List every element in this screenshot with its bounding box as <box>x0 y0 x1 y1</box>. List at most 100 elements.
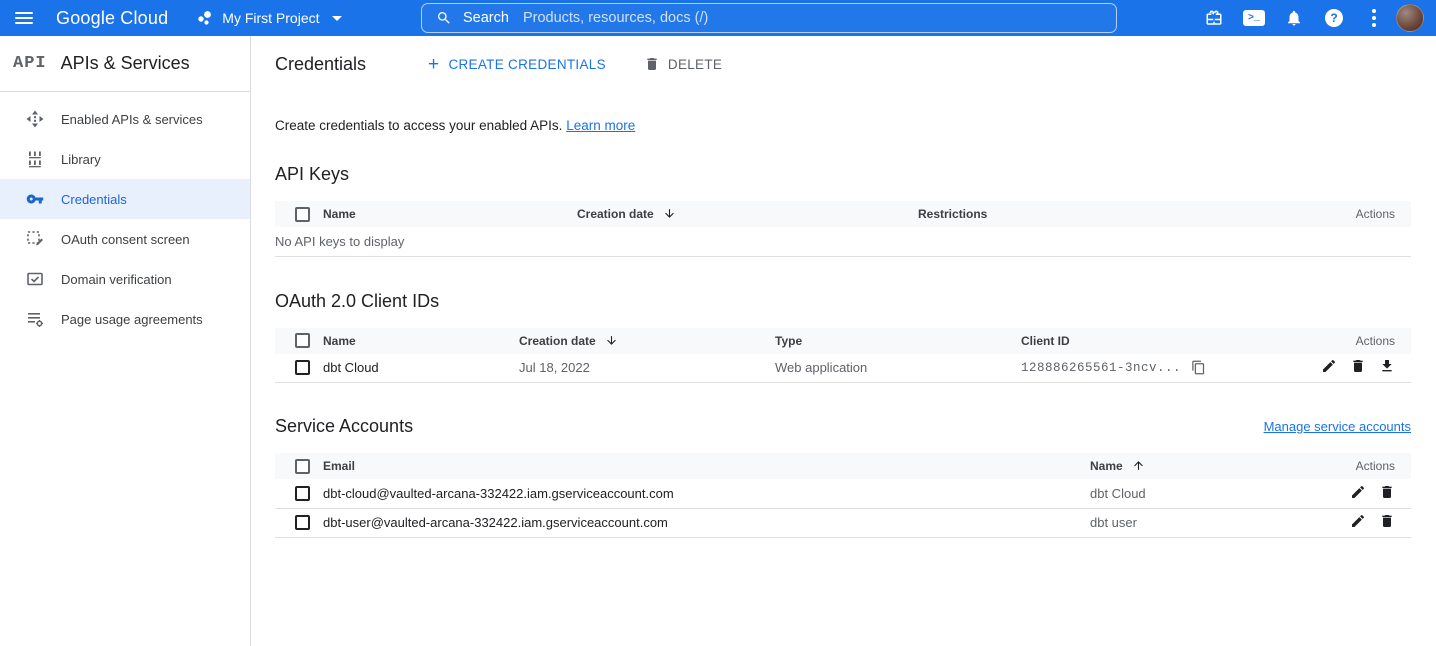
service-account-row: dbt-cloud@vaulted-arcana-332422.iam.gser… <box>275 479 1411 508</box>
col-actions: Actions <box>1356 207 1395 221</box>
sort-desc-icon <box>605 334 618 347</box>
service-account-row: dbt-user@vaulted-arcana-332422.iam.gserv… <box>275 508 1411 537</box>
delete-icon[interactable] <box>1379 513 1395 529</box>
sidebar-item-label: Library <box>61 152 101 167</box>
avatar[interactable] <box>1396 4 1424 32</box>
chevron-down-icon <box>332 16 342 21</box>
client-id-value: 128886265561-3ncv... <box>1021 361 1181 375</box>
more-vert-icon[interactable] <box>1354 0 1394 36</box>
project-name: My First Project <box>222 10 319 26</box>
row-checkbox[interactable] <box>295 360 310 375</box>
row-checkbox[interactable] <box>295 486 310 501</box>
top-navigation-bar: Google Cloud My First Project Search Pro… <box>0 0 1436 36</box>
edit-icon[interactable] <box>1321 358 1337 374</box>
col-name[interactable]: Name <box>323 207 356 221</box>
notifications-icon[interactable] <box>1274 0 1314 36</box>
agreements-icon <box>26 310 44 328</box>
col-type[interactable]: Type <box>775 334 802 348</box>
service-accounts-heading: Service Accounts <box>275 416 413 437</box>
col-actions: Actions <box>1356 459 1395 473</box>
select-all-checkbox[interactable] <box>295 333 310 348</box>
edit-icon[interactable] <box>1350 484 1366 500</box>
col-creation-date[interactable]: Creation date <box>577 207 654 221</box>
copy-icon[interactable] <box>1191 360 1206 375</box>
key-icon <box>26 190 44 208</box>
sidebar: API APIs & Services Enabled APIs & servi… <box>0 36 251 646</box>
plus-icon: + <box>428 55 439 74</box>
oauth-clients-heading: OAuth 2.0 Client IDs <box>275 291 1411 312</box>
help-icon[interactable]: ? <box>1314 0 1354 36</box>
project-pinwheel-icon <box>196 9 214 27</box>
api-keys-table: Name Creation date Restrictions Actions … <box>275 201 1411 257</box>
cloud-shell-icon[interactable]: >_ <box>1234 0 1274 36</box>
edit-icon[interactable] <box>1350 513 1366 529</box>
search-placeholder: Products, resources, docs (/) <box>523 10 708 26</box>
sidebar-item-enabled-apis[interactable]: Enabled APIs & services <box>0 99 250 139</box>
logo-google: Google <box>56 8 115 29</box>
sort-asc-icon <box>1132 459 1145 472</box>
create-credentials-label: CREATE CREDENTIALS <box>448 57 605 72</box>
sidebar-header: API APIs & Services <box>0 36 250 92</box>
create-credentials-button[interactable]: + CREATE CREDENTIALS <box>428 55 606 74</box>
select-all-checkbox[interactable] <box>295 459 310 474</box>
api-keys-empty-row: No API keys to display <box>275 227 1411 256</box>
service-account-name: dbt user <box>1090 515 1137 530</box>
client-name: dbt Cloud <box>323 360 379 375</box>
row-checkbox[interactable] <box>295 515 310 530</box>
sidebar-item-label: OAuth consent screen <box>61 232 190 247</box>
col-actions: Actions <box>1356 334 1395 348</box>
help-glyph: ? <box>1325 9 1343 27</box>
project-selector[interactable]: My First Project <box>196 9 341 27</box>
gift-icon[interactable] <box>1194 0 1234 36</box>
sidebar-item-credentials[interactable]: Credentials <box>0 179 250 219</box>
service-account-email: dbt-cloud@vaulted-arcana-332422.iam.gser… <box>323 486 674 501</box>
intro-text: Create credentials to access your enable… <box>275 118 1411 133</box>
sidebar-item-library[interactable]: Library <box>0 139 250 179</box>
oauth-clients-table: Name Creation date Type Client ID Action… <box>275 328 1411 384</box>
sidebar-item-page-usage-agreements[interactable]: Page usage agreements <box>0 299 250 339</box>
page-toolbar: Credentials + CREATE CREDENTIALS DELETE <box>251 36 1436 92</box>
main-content: Credentials + CREATE CREDENTIALS DELETE … <box>251 36 1436 646</box>
sidebar-item-label: Page usage agreements <box>61 312 203 327</box>
oauth-header-row: Name Creation date Type Client ID Action… <box>275 328 1411 354</box>
api-keys-header-row: Name Creation date Restrictions Actions <box>275 201 1411 227</box>
delete-button[interactable]: DELETE <box>644 56 722 72</box>
col-restrictions[interactable]: Restrictions <box>918 207 987 221</box>
search-input[interactable]: Search Products, resources, docs (/) <box>421 3 1117 33</box>
client-creation-date: Jul 18, 2022 <box>519 360 590 375</box>
sidebar-item-label: Credentials <box>61 192 127 207</box>
consent-screen-icon <box>26 230 44 248</box>
download-icon[interactable] <box>1379 358 1395 374</box>
col-creation-date[interactable]: Creation date <box>519 334 596 348</box>
page-title: Credentials <box>275 54 366 75</box>
delete-icon[interactable] <box>1379 484 1395 500</box>
cloud-shell-glyph: >_ <box>1243 10 1265 26</box>
sidebar-item-label: Domain verification <box>61 272 172 287</box>
enabled-apis-icon <box>26 110 44 128</box>
menu-icon[interactable] <box>0 0 48 36</box>
google-cloud-logo[interactable]: Google Cloud <box>56 8 168 29</box>
sidebar-item-oauth-consent[interactable]: OAuth consent screen <box>0 219 250 259</box>
col-email[interactable]: Email <box>323 459 355 473</box>
sidebar-item-domain-verification[interactable]: Domain verification <box>0 259 250 299</box>
col-name[interactable]: Name <box>323 334 356 348</box>
service-account-email: dbt-user@vaulted-arcana-332422.iam.gserv… <box>323 515 668 530</box>
col-name[interactable]: Name <box>1090 459 1123 473</box>
client-type: Web application <box>775 360 867 375</box>
col-client-id[interactable]: Client ID <box>1021 334 1070 348</box>
select-all-checkbox[interactable] <box>295 207 310 222</box>
domain-verification-icon <box>26 270 44 288</box>
library-icon <box>26 150 44 168</box>
service-accounts-header-row: Email Name Actions <box>275 453 1411 479</box>
delete-icon[interactable] <box>1350 358 1366 374</box>
service-accounts-table: Email Name Actions dbt-cloud@vaulted-arc… <box>275 453 1411 538</box>
api-keys-heading: API Keys <box>275 164 1411 185</box>
delete-label: DELETE <box>668 57 722 72</box>
logo-cloud: Cloud <box>120 8 168 29</box>
manage-service-accounts-link[interactable]: Manage service accounts <box>1264 419 1411 434</box>
trash-icon <box>644 56 660 72</box>
oauth-client-row: dbt Cloud Jul 18, 2022 Web application 1… <box>275 354 1411 383</box>
sidebar-item-label: Enabled APIs & services <box>61 112 203 127</box>
learn-more-link[interactable]: Learn more <box>566 118 635 133</box>
api-product-icon: API <box>13 54 47 73</box>
